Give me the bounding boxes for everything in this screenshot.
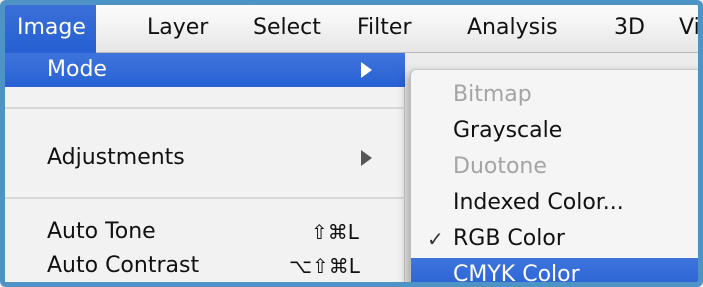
submenu-item-cmyk-color[interactable]: CMYK Color <box>411 258 698 287</box>
screenshot-frame: Image Layer Select Filter Analysis 3D Vi… <box>0 0 703 287</box>
menubar-view[interactable]: Vi <box>679 5 698 53</box>
menu-bar: Image Layer Select Filter Analysis 3D Vi <box>5 5 698 53</box>
submenu-item-label: Grayscale <box>453 118 563 143</box>
mode-submenu: Bitmap Grayscale Duotone Indexed Color..… <box>410 69 698 287</box>
menubar-layer[interactable]: Layer <box>147 5 208 53</box>
submenu-item-label: Bitmap <box>453 82 532 107</box>
submenu-item-label: CMYK Color <box>453 262 580 287</box>
menu-item-label: Adjustments <box>47 145 185 170</box>
menubar-filter[interactable]: Filter <box>357 5 411 53</box>
submenu-arrow-icon <box>361 62 372 78</box>
menu-item-auto-contrast[interactable]: Auto Contrast ⌥⇧⌘L <box>5 249 405 282</box>
image-menu: Mode Adjustments Auto Tone ⇧⌘L Auto Cont… <box>5 53 405 282</box>
submenu-arrow-icon <box>361 150 372 166</box>
menubar-3d[interactable]: 3D <box>614 5 645 53</box>
submenu-item-rgb-color[interactable]: ✓ RGB Color <box>411 222 698 256</box>
submenu-item-bitmap: Bitmap <box>411 78 698 112</box>
menu-separator <box>5 197 405 199</box>
menu-item-label: Auto Contrast <box>47 253 200 278</box>
submenu-item-indexed-color[interactable]: Indexed Color... <box>411 186 698 220</box>
submenu-item-grayscale[interactable]: Grayscale <box>411 114 698 148</box>
checkmark-icon: ✓ <box>427 227 444 251</box>
menu-item-auto-tone[interactable]: Auto Tone ⇧⌘L <box>5 215 405 249</box>
submenu-item-label: Indexed Color... <box>453 190 624 215</box>
menu-item-label: Auto Tone <box>47 219 156 244</box>
shortcut-label: ⇧⌘L <box>311 220 359 244</box>
menubar-image[interactable]: Image <box>5 5 96 53</box>
menu-item-label: Mode <box>47 57 107 82</box>
menubar-analysis[interactable]: Analysis <box>467 5 558 53</box>
submenu-item-duotone: Duotone <box>411 150 698 184</box>
shortcut-label: ⌥⇧⌘L <box>289 254 360 278</box>
submenu-item-label: RGB Color <box>453 226 565 251</box>
submenu-item-label: Duotone <box>453 154 547 179</box>
menu-separator <box>5 107 405 109</box>
menu-item-adjustments[interactable]: Adjustments <box>5 141 405 175</box>
menu-item-mode[interactable]: Mode <box>5 53 405 87</box>
menubar-select[interactable]: Select <box>253 5 321 53</box>
